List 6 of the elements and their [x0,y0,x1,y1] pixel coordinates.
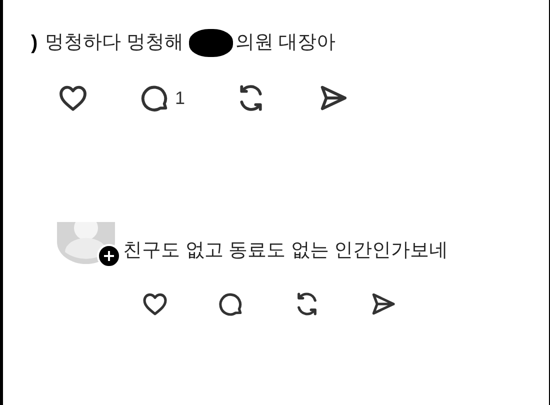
comment-count: 1 [175,86,186,110]
post-text: 친구도 없고 동료도 없는 인간인가보네 [123,238,448,263]
redaction-mark [189,29,234,57]
post-text: 의원 대장아 [235,30,336,55]
text-fragment: ) [31,31,39,56]
post-text: 멍청하다 멍청해 [45,30,184,55]
